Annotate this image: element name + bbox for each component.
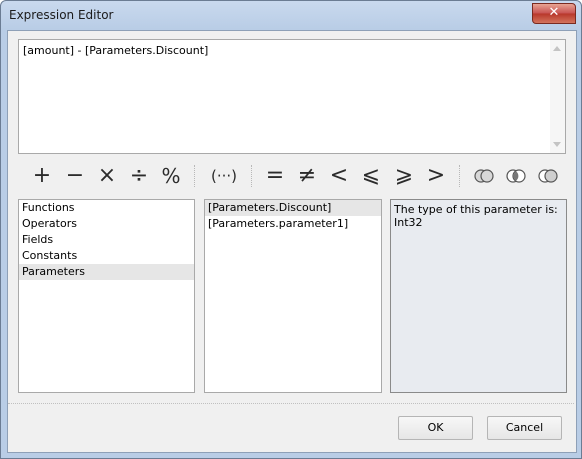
expression-text: [amount] - [Parameters.Discount]	[23, 44, 209, 57]
percent-button[interactable]: %	[157, 161, 185, 191]
greater-or-equal-icon: ⩾	[394, 163, 414, 188]
list-item-fields[interactable]: Fields	[19, 232, 194, 248]
parameter-list[interactable]: [Parameters.Discount] [Parameters.parame…	[204, 199, 382, 393]
list-item-functions[interactable]: Functions	[19, 200, 194, 216]
minus-button[interactable]: −	[61, 161, 89, 191]
scroll-up-arrow-icon[interactable]	[553, 46, 561, 51]
list-item-parameter-discount[interactable]: [Parameters.Discount]	[205, 200, 381, 216]
less-or-equal-button[interactable]: ⩽	[357, 161, 385, 191]
list-item-operators[interactable]: Operators	[19, 216, 194, 232]
title-bar[interactable]: Expression Editor ✕	[1, 1, 581, 29]
less-than-button[interactable]: <	[325, 161, 353, 191]
and-button[interactable]	[502, 161, 530, 191]
or-button[interactable]	[470, 161, 498, 191]
parentheses-icon: (···)	[210, 167, 237, 185]
scroll-down-arrow-icon[interactable]	[553, 142, 561, 147]
list-item-parameters[interactable]: Parameters	[19, 264, 194, 280]
minus-icon: −	[65, 163, 85, 188]
less-than-icon: <	[329, 163, 349, 188]
not-equal-icon: ≠	[297, 163, 317, 188]
expression-editor-window: Expression Editor ✕ [amount] - [Paramete…	[0, 0, 582, 459]
list-item-constants[interactable]: Constants	[19, 248, 194, 264]
plus-button[interactable]: +	[28, 161, 56, 191]
not-equal-button[interactable]: ≠	[293, 161, 321, 191]
less-or-equal-icon: ⩽	[361, 163, 381, 188]
description-line: The type of this parameter is:	[394, 203, 558, 216]
equals-icon: =	[265, 163, 285, 188]
plus-icon: +	[32, 163, 52, 188]
not-icon	[538, 169, 558, 183]
dialog-client-area: [amount] - [Parameters.Discount] + − × ÷…	[7, 30, 577, 453]
not-button[interactable]	[534, 161, 562, 191]
footer-separator	[8, 403, 574, 404]
toolbar-separator	[251, 165, 252, 187]
greater-than-button[interactable]: >	[422, 161, 450, 191]
greater-or-equal-button[interactable]: ⩾	[390, 161, 418, 191]
operator-toolbar: + − × ÷ % (···) = ≠ < ⩽ ⩾ >	[18, 161, 566, 193]
equals-button[interactable]: =	[261, 161, 289, 191]
divide-button[interactable]: ÷	[125, 161, 153, 191]
expression-scrollbar[interactable]	[550, 40, 565, 153]
description-panel: The type of this parameter is: Int32	[390, 199, 567, 393]
window-title: Expression Editor	[9, 8, 114, 22]
parameter-type-value: Int32	[394, 216, 423, 229]
expression-textarea[interactable]: [amount] - [Parameters.Discount]	[18, 39, 566, 154]
toolbar-separator	[194, 165, 195, 187]
ok-button[interactable]: OK	[398, 416, 473, 440]
or-icon	[474, 169, 494, 183]
close-button[interactable]: ✕	[532, 3, 576, 24]
toolbar-separator	[459, 165, 460, 187]
parentheses-button[interactable]: (···)	[206, 161, 242, 191]
greater-than-icon: >	[426, 163, 446, 188]
percent-icon: %	[161, 164, 181, 188]
close-icon: ✕	[548, 5, 560, 20]
divide-icon: ÷	[129, 163, 149, 188]
description-text: The type of this parameter is: Int32	[394, 203, 564, 229]
cancel-button[interactable]: Cancel	[487, 416, 562, 440]
and-icon	[506, 169, 526, 183]
multiply-button[interactable]: ×	[93, 161, 121, 191]
category-list[interactable]: Functions Operators Fields Constants Par…	[18, 199, 195, 393]
list-item-parameter1[interactable]: [Parameters.parameter1]	[205, 216, 381, 232]
multiply-icon: ×	[97, 163, 117, 188]
